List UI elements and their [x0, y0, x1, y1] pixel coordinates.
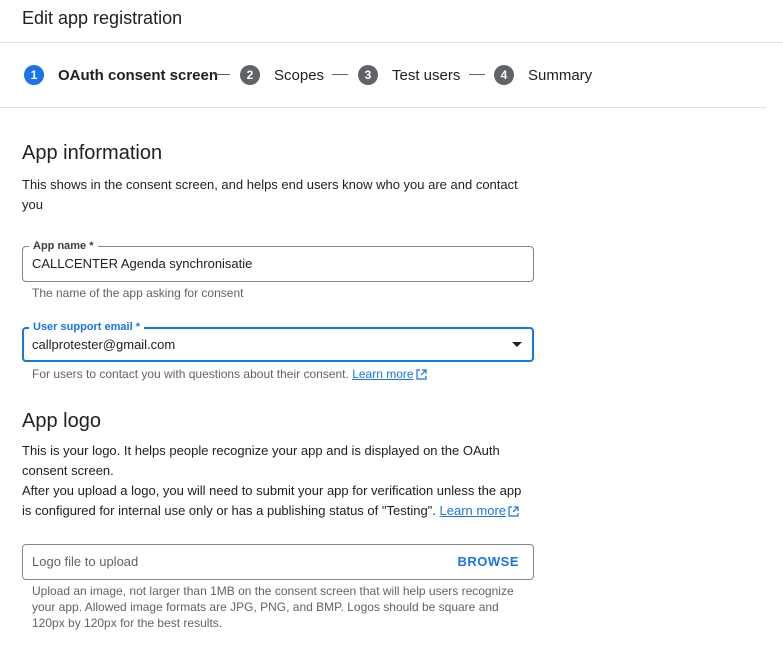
- step-label: Summary: [528, 66, 593, 84]
- dropdown-arrow-icon[interactable]: [512, 342, 522, 347]
- user-support-email-value[interactable]: callprotester@gmail.com: [32, 337, 175, 352]
- external-link-icon[interactable]: [415, 368, 427, 384]
- step-number: 2: [240, 65, 260, 85]
- logo-upload-field[interactable]: Logo file to upload BROWSE: [22, 544, 534, 580]
- step-summary[interactable]: 4 Summary: [494, 65, 592, 85]
- step-oauth-consent-screen[interactable]: 1 OAuth consent screen: [24, 65, 218, 85]
- step-number: 4: [494, 65, 514, 85]
- logo-upload-placeholder: Logo file to upload: [32, 554, 139, 569]
- logo-upload-hint: Upload an image, not larger than 1MB on …: [32, 584, 514, 630]
- step-number: 1: [24, 65, 44, 85]
- learn-more-link-support-email[interactable]: Learn more: [352, 367, 413, 381]
- page-title: Edit app registration: [22, 8, 183, 28]
- step-connector: [469, 74, 485, 75]
- section-heading-app-logo: App logo: [22, 410, 101, 432]
- page-header: Edit app registration: [0, 0, 783, 43]
- step-label: OAuth consent screen: [58, 66, 219, 84]
- browse-button[interactable]: BROWSE: [458, 554, 520, 569]
- app-name-label: App name *: [29, 239, 98, 253]
- app-name-field[interactable]: App name * CALLCENTER Agenda synchronisa…: [22, 239, 534, 282]
- app-logo-description-2-row: After you upload a logo, you will need t…: [22, 481, 532, 523]
- step-number: 3: [358, 65, 378, 85]
- step-label: Scopes: [274, 66, 325, 84]
- user-support-email-hint-row: For users to contact you with questions …: [32, 366, 427, 384]
- app-information-description: This shows in the consent screen, and he…: [22, 177, 518, 212]
- user-support-email-hint: For users to contact you with questions …: [32, 367, 349, 381]
- stepper: 1 OAuth consent screen 2 Scopes 3 Test u…: [0, 43, 766, 108]
- learn-more-link-app-logo[interactable]: Learn more: [440, 503, 506, 518]
- app-name-value[interactable]: CALLCENTER Agenda synchronisatie: [32, 256, 252, 271]
- app-logo-description-1: This is your logo. It helps people recog…: [22, 443, 500, 478]
- external-link-icon[interactable]: [508, 503, 519, 523]
- section-heading-app-information: App information: [22, 142, 163, 164]
- step-scopes[interactable]: 2 Scopes: [240, 65, 324, 85]
- app-name-hint: The name of the app asking for consent: [32, 286, 244, 300]
- step-label: Test users: [392, 66, 461, 84]
- step-connector: [332, 74, 348, 75]
- step-test-users[interactable]: 3 Test users: [358, 65, 460, 85]
- user-support-email-select[interactable]: User support email * callprotester@gmail…: [22, 320, 534, 362]
- step-connector: [214, 74, 230, 75]
- user-support-email-label: User support email *: [29, 320, 144, 334]
